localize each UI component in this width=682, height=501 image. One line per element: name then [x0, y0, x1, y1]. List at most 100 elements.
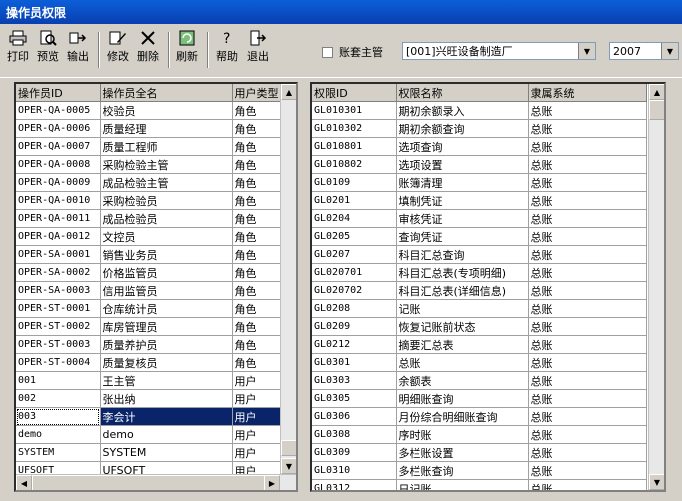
table-row[interactable]: GL010301 期初余额录入 总账 — [312, 101, 647, 120]
table-cell[interactable]: OPER-QA-0009 — [16, 173, 101, 192]
table-cell[interactable]: 成品检验员 — [100, 209, 233, 228]
table-cell[interactable]: 总账 — [528, 173, 647, 192]
table-cell[interactable]: GL0305 — [312, 389, 397, 408]
table-cell[interactable]: 角色 — [232, 155, 281, 174]
scroll-down-icon[interactable]: ▼ — [649, 474, 664, 490]
table-cell[interactable]: 王主管 — [100, 371, 233, 390]
table-cell[interactable]: OPER-QA-0006 — [16, 119, 101, 138]
table-cell[interactable]: 总账 — [528, 299, 647, 318]
table-cell[interactable]: 角色 — [232, 137, 281, 156]
scroll-thumb[interactable] — [649, 100, 664, 120]
table-cell[interactable]: GL0303 — [312, 371, 397, 390]
table-cell[interactable]: GL0209 — [312, 317, 397, 336]
table-cell[interactable]: OPER-QA-0012 — [16, 227, 101, 246]
table-cell[interactable]: GL0204 — [312, 209, 397, 228]
table-cell[interactable]: 用户 — [232, 371, 281, 390]
table-cell[interactable]: 质量养护员 — [100, 335, 233, 354]
table-cell[interactable]: GL010301 — [312, 101, 397, 120]
year-select[interactable]: 2007 ▼ — [609, 42, 679, 60]
table-row[interactable]: 003 李会计 用户 — [16, 407, 281, 426]
table-cell[interactable]: 角色 — [232, 191, 281, 210]
table-cell[interactable]: 总账 — [528, 371, 647, 390]
scroll-up-icon[interactable]: ▲ — [281, 84, 296, 100]
table-cell[interactable]: 总账 — [528, 119, 647, 138]
checkbox-box[interactable] — [322, 46, 333, 58]
table-cell[interactable]: demo — [100, 425, 233, 444]
table-cell[interactable]: SYSTEM — [100, 443, 233, 462]
table-row[interactable]: GL0208 记账 总账 — [312, 299, 647, 318]
table-cell[interactable]: GL0312 — [312, 479, 397, 490]
table-cell[interactable]: 总账 — [528, 263, 647, 282]
table-cell[interactable]: 总账 — [528, 191, 647, 210]
table-cell[interactable]: 用户 — [232, 425, 281, 444]
table-cell[interactable]: 文控员 — [100, 227, 233, 246]
column-header[interactable]: 操作员ID — [16, 84, 101, 102]
table-cell[interactable]: 总账 — [528, 443, 647, 462]
table-cell[interactable]: OPER-ST-0002 — [16, 317, 101, 336]
scroll-thumb[interactable] — [281, 440, 296, 456]
table-cell[interactable]: GL0308 — [312, 425, 397, 444]
table-cell[interactable]: 选项设置 — [396, 155, 529, 174]
table-row[interactable]: GL020701 科目汇总表(专项明细) 总账 — [312, 263, 647, 282]
table-cell[interactable]: 总账 — [528, 389, 647, 408]
table-row[interactable]: demo demo 用户 — [16, 425, 281, 444]
table-cell[interactable]: 总账 — [528, 155, 647, 174]
table-row[interactable]: OPER-QA-0005 校验员 角色 — [16, 101, 281, 120]
exit-button[interactable]: 退出 — [244, 30, 272, 64]
table-cell[interactable]: 用户 — [232, 443, 281, 462]
table-cell[interactable]: GL010801 — [312, 137, 397, 156]
table-cell[interactable]: 角色 — [232, 227, 281, 246]
table-cell[interactable]: 角色 — [232, 173, 281, 192]
table-cell[interactable]: 总账 — [528, 335, 647, 354]
table-cell[interactable]: 总账 — [528, 227, 647, 246]
table-cell[interactable]: 记账 — [396, 299, 529, 318]
table-row[interactable]: GL0303 余额表 总账 — [312, 371, 647, 390]
permission-vertical-scrollbar[interactable]: ▲ ▼ — [648, 84, 664, 490]
column-header[interactable]: 权限名称 — [396, 84, 529, 102]
table-row[interactable]: 001 王主管 用户 — [16, 371, 281, 390]
table-row[interactable]: GL0305 明细账查询 总账 — [312, 389, 647, 408]
table-cell[interactable]: 价格监管员 — [100, 263, 233, 282]
table-cell[interactable]: OPER-ST-0001 — [16, 299, 101, 318]
table-row[interactable]: GL0301 总账 总账 — [312, 353, 647, 372]
chevron-down-icon[interactable]: ▼ — [578, 43, 595, 59]
table-cell[interactable]: GL0310 — [312, 461, 397, 480]
table-cell[interactable]: 仓库统计员 — [100, 299, 233, 318]
table-cell[interactable]: 总账 — [528, 461, 647, 480]
table-row[interactable]: OPER-SA-0001 销售业务员 角色 — [16, 245, 281, 264]
table-cell[interactable]: 角色 — [232, 353, 281, 372]
account-master-checkbox[interactable]: 账套主管 — [322, 44, 383, 60]
print-button[interactable]: 打印 — [4, 30, 32, 64]
table-cell[interactable]: 质量复核员 — [100, 353, 233, 372]
table-cell[interactable]: GL0208 — [312, 299, 397, 318]
table-row[interactable]: GL020702 科目汇总表(详细信息) 总账 — [312, 281, 647, 300]
scroll-up-icon[interactable]: ▲ — [649, 84, 664, 100]
table-row[interactable]: GL0309 多栏账设置 总账 — [312, 443, 647, 462]
table-row[interactable]: GL010801 选项查询 总账 — [312, 137, 647, 156]
table-cell[interactable]: 审核凭证 — [396, 209, 529, 228]
table-cell[interactable]: GL020702 — [312, 281, 397, 300]
table-row[interactable]: GL010302 期初余额查询 总账 — [312, 119, 647, 138]
table-row[interactable]: OPER-QA-0009 成品检验主管 角色 — [16, 173, 281, 192]
operator-vertical-scrollbar[interactable]: ▲ ▼ — [280, 84, 296, 474]
scroll-right-icon[interactable]: ▶ — [264, 475, 280, 490]
table-row[interactable]: OPER-ST-0002 库房管理员 角色 — [16, 317, 281, 336]
table-cell[interactable]: 002 — [16, 389, 101, 408]
table-row[interactable]: GL0306 月份综合明细账查询 总账 — [312, 407, 647, 426]
table-cell[interactable]: GL0109 — [312, 173, 397, 192]
table-cell[interactable]: SYSTEM — [16, 443, 101, 462]
scroll-down-icon[interactable]: ▼ — [281, 458, 296, 474]
table-cell[interactable]: OPER-SA-0001 — [16, 245, 101, 264]
table-cell[interactable]: 角色 — [232, 281, 281, 300]
table-cell[interactable]: GL0212 — [312, 335, 397, 354]
table-cell[interactable]: 多栏账查询 — [396, 461, 529, 480]
table-cell[interactable]: 李会计 — [100, 407, 233, 426]
company-select[interactable]: [001]兴旺设备制造厂 ▼ — [402, 42, 596, 60]
table-row[interactable]: GL0312 日记账 总账 — [312, 479, 647, 490]
table-cell[interactable]: OPER-QA-0008 — [16, 155, 101, 174]
table-row[interactable]: OPER-ST-0001 仓库统计员 角色 — [16, 299, 281, 318]
table-row[interactable]: OPER-QA-0012 文控员 角色 — [16, 227, 281, 246]
table-cell[interactable]: 成品检验主管 — [100, 173, 233, 192]
table-cell[interactable]: 期初余额查询 — [396, 119, 529, 138]
table-cell[interactable]: OPER-ST-0004 — [16, 353, 101, 372]
